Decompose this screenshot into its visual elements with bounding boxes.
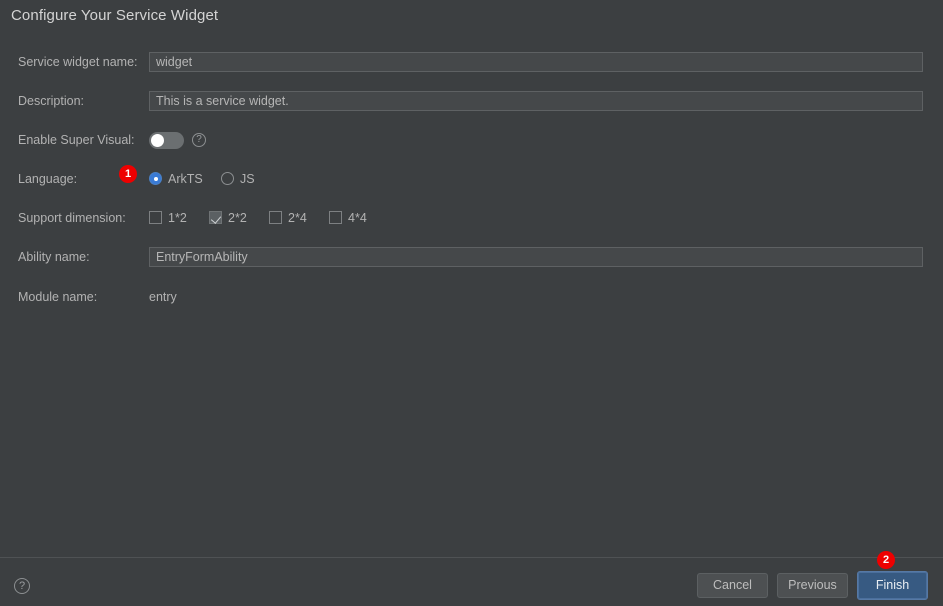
step-badge-1: 1 (119, 165, 137, 183)
module-name-label: Module name: (18, 290, 98, 304)
checkbox-checked-icon (209, 211, 222, 224)
description-label: Description: (18, 94, 84, 108)
previous-button[interactable]: Previous (777, 573, 848, 598)
question-circle-icon[interactable]: ? (14, 578, 30, 594)
checkbox-unchecked-icon (149, 211, 162, 224)
field-row-ability-name: Ability name: (0, 247, 943, 271)
enable-super-visual-toggle[interactable] (149, 132, 184, 149)
checkbox-unchecked-icon (329, 211, 342, 224)
module-name-value: entry (149, 290, 177, 304)
checkbox-option-2x2-label: 2*2 (228, 211, 247, 225)
radio-selected-icon (149, 172, 162, 185)
enable-super-visual-label: Enable Super Visual: (18, 133, 135, 147)
footer-divider (0, 557, 943, 558)
radio-option-arkts-label: ArkTS (168, 172, 203, 186)
checkbox-unchecked-icon (269, 211, 282, 224)
cancel-button[interactable]: Cancel (697, 573, 768, 598)
service-widget-name-label: Service widget name: (18, 55, 138, 69)
radio-unselected-icon (221, 172, 234, 185)
field-row-language: Language: ArkTS JS (0, 169, 943, 193)
page-title: Configure Your Service Widget (11, 7, 219, 24)
toggle-knob (151, 134, 164, 147)
finish-button[interactable]: Finish (857, 571, 928, 600)
field-row-support-dimension: Support dimension: 1*2 2*2 2*4 4*4 (0, 208, 943, 232)
ability-name-label: Ability name: (18, 250, 90, 264)
checkbox-option-4x4-label: 4*4 (348, 211, 367, 225)
ability-name-input[interactable] (149, 247, 923, 267)
field-row-module-name: Module name: entry (0, 287, 943, 311)
field-row-description: Description: (0, 91, 943, 115)
step-badge-2: 2 (877, 551, 895, 569)
configure-service-widget-dialog: { "dialog": { "title": "Configure Your S… (0, 0, 943, 606)
language-label: Language: (18, 172, 78, 186)
checkbox-option-1x2-label: 1*2 (168, 211, 187, 225)
radio-option-js-label: JS (240, 172, 255, 186)
checkbox-option-2x4-label: 2*4 (288, 211, 307, 225)
support-dimension-label: Support dimension: (18, 211, 126, 225)
question-circle-icon[interactable]: ? (192, 133, 206, 147)
field-row-enable-super-visual: Enable Super Visual: ? (0, 130, 943, 154)
service-widget-name-input[interactable] (149, 52, 923, 72)
description-input[interactable] (149, 91, 923, 111)
field-row-service-widget-name: Service widget name: (0, 52, 943, 76)
